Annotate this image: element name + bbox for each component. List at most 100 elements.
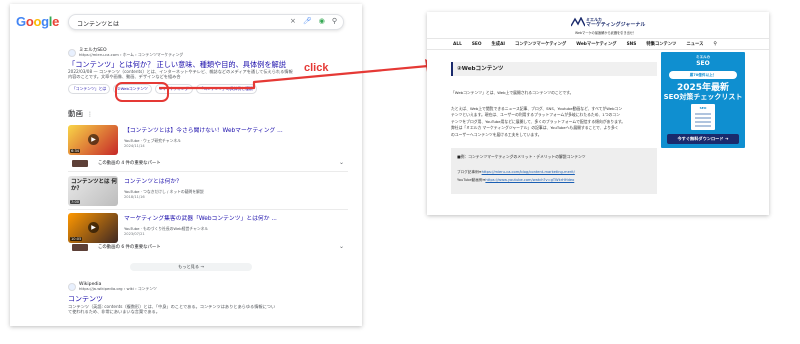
result-snippet-2: て使われるため、非常にあいまいな言葉である。 — [68, 309, 160, 315]
nav-item-news[interactable]: ニュース — [686, 41, 703, 47]
search-icon[interactable]: ⚲ — [713, 41, 717, 47]
sitelink-chip[interactable]: 「コンテンツ」の具体例と種類 — [195, 83, 257, 94]
video-result[interactable]: コンテンツとは 何か？ 7:00 コンテンツとは何か？ YouTube · つな… — [68, 176, 348, 210]
video-duration: 10:05 — [70, 237, 83, 241]
videos-heading: 動画 ⋮ — [68, 108, 93, 119]
search-header: Google × 🎤︎ ◉ ⚲ — [10, 4, 362, 34]
video-result[interactable]: ▶ 6:34 【コンテンツとは】今さら聞けない！Webマーケティング ... Y… — [68, 125, 348, 159]
banner-seo-text: SEO — [696, 60, 710, 67]
nav-item-genai[interactable]: 生成AI — [492, 41, 506, 47]
document-stripe — [695, 113, 711, 115]
nav-item-seo[interactable]: SEO — [472, 42, 482, 47]
banner-title: SEO対策チェックリスト — [663, 93, 743, 101]
site-favicon-icon — [68, 48, 76, 57]
video-thumbnail[interactable]: ▶ 6:34 — [68, 125, 118, 155]
logo-letter: e — [52, 14, 60, 29]
key-moment-thumbnail — [72, 160, 88, 167]
videos-heading-text: 動画 — [68, 109, 83, 118]
divider — [68, 209, 348, 210]
document-stripe — [695, 117, 711, 119]
related-youtube-link[interactable]: https://www.youtube.com/watch?v=gTWkrHHd… — [485, 178, 574, 182]
paragraph-block: たとえば、Web上で閲覧できるニュース記事、ブログ、SNS、Youtube動画な… — [451, 106, 657, 138]
nav-item-sns[interactable]: SNS — [627, 42, 637, 47]
key-moment-thumbnail — [72, 244, 88, 251]
click-highlight-circle — [115, 82, 169, 102]
related-blog-link[interactable]: https://mieru-ca.com/blog/content-market… — [482, 170, 575, 174]
logo-tagline: Webマーケの最適解から武器を引き出せ！ — [575, 31, 637, 35]
clear-icon[interactable]: × — [290, 17, 296, 25]
play-icon: ▶ — [88, 134, 99, 145]
arrow-right-icon: → — [200, 264, 204, 269]
play-icon: ▶ — [88, 222, 99, 233]
key-moments-label: この動画の 4 件の重要なパート — [98, 161, 161, 166]
search-icon[interactable]: ⚲ — [332, 17, 337, 25]
site-url[interactable]: https://ja.wikipedia.org › wiki › コンテンツ — [79, 286, 157, 292]
video-thumbnail[interactable]: ▶ 10:05 — [68, 213, 118, 243]
search-input[interactable] — [77, 18, 277, 28]
nav-item-web-marketing[interactable]: Webマーケティング — [576, 41, 616, 47]
video-duration: 7:00 — [70, 200, 81, 204]
site-logo[interactable]: ミエルカ マーケティングジャーナル Webマーケの最適解から武器を引き出せ！ — [571, 16, 651, 35]
video-date: 2024/11/14 — [124, 144, 145, 148]
related-example-box: ■例：コンテンツマーケティングのメリット・デメリットの解説コンテンツ ブログ記事… — [451, 148, 657, 195]
video-title[interactable]: 【コンテンツとは】今さら聞けない！Webマーケティング ... — [124, 125, 283, 134]
video-date: 2023/07/21 — [124, 232, 145, 236]
site-navigation: ALL SEO 生成AI コンテンツマーケティング Webマーケティング SNS… — [427, 38, 769, 50]
nav-item-features[interactable]: 特集コンテンツ — [646, 41, 676, 47]
logo-letter: g — [41, 14, 49, 29]
thumbnail-text: コンテンツとは 何か？ — [71, 179, 117, 192]
document-stripe — [695, 125, 711, 127]
click-annotation-label: click — [304, 62, 329, 74]
logo-letter: o — [25, 14, 34, 29]
logo-letter: o — [33, 14, 42, 29]
related-blog-label: ブログ記事例➡ — [457, 170, 482, 175]
microphone-icon[interactable]: 🎤︎ — [303, 17, 312, 25]
more-options-icon[interactable]: ⋮ — [87, 111, 93, 118]
key-moments-label: この動画の 6 件の重要なパート — [98, 245, 161, 250]
wikipedia-favicon-icon — [68, 282, 76, 291]
article-page-screenshot: ミエルカ マーケティングジャーナル Webマーケの最適解から武器を引き出せ！ A… — [427, 12, 769, 215]
key-moments-row[interactable]: この動画の 6 件の重要なパート ⌄ — [68, 243, 348, 252]
related-heading: ■例：コンテンツマーケティングのメリット・デメリットの解説コンテンツ — [457, 154, 586, 160]
related-blog-row: ブログ記事例➡https://mieru-ca.com/blog/content… — [457, 170, 651, 175]
video-title[interactable]: コンテンツとは何か？ — [124, 176, 182, 185]
logo-name-text: マーケティングジャーナル — [586, 22, 646, 28]
banner-badge: 累70億件以上！ — [669, 71, 737, 79]
key-moments-row[interactable]: この動画の 4 件の重要なパート ⌄ — [68, 159, 348, 168]
divider — [68, 171, 348, 172]
show-more-button[interactable]: もっと見る → — [130, 263, 252, 271]
google-logo[interactable]: Google — [16, 14, 59, 29]
document-icon: SEO — [691, 104, 715, 130]
search-result-wikipedia: Wikipedia https://ja.wikipedia.org › wik… — [68, 282, 354, 315]
paragraph: 「Webコンテンツ」とは、Web上で展開されるコンテンツのことです。 — [451, 90, 574, 95]
chevron-down-icon[interactable]: ⌄ — [339, 243, 344, 250]
document-title: SEO — [699, 106, 707, 110]
related-youtube-label: YouTube動画例➡ — [457, 178, 486, 183]
section-heading: ②Webコンテンツ — [451, 62, 657, 76]
result-snippet-2: 内容のことです。文章や画像、動画、デザインなどを組み合 — [68, 74, 181, 80]
video-duration: 6:34 — [70, 149, 81, 153]
video-thumbnail[interactable]: コンテンツとは 何か？ 7:00 — [68, 176, 118, 206]
related-youtube-row: YouTube動画例➡https://www.youtube.com/watch… — [457, 178, 651, 183]
video-date: 2018/11/16 — [124, 195, 145, 199]
logo-mark-icon — [571, 17, 585, 27]
seo-checklist-banner[interactable]: ミエルカ SEO 累70億件以上！ 2025年最新 SEO対策チェックリスト S… — [661, 52, 745, 148]
sitelink-chips: 「コンテンツ」とは ②Webコンテンツ ③マーケティング 「コンテンツ」の具体例… — [68, 83, 348, 94]
show-more-label: もっと見る — [178, 264, 200, 269]
download-cta-button[interactable]: 今すぐ無料ダウンロード ➔ — [667, 134, 739, 144]
logo-letter: G — [16, 14, 26, 29]
result-title-link[interactable]: コンテンツ — [68, 294, 354, 304]
sitelink-chip[interactable]: 「コンテンツ」とは — [68, 83, 111, 94]
lens-icon[interactable]: ◉ — [319, 17, 325, 25]
site-url[interactable]: https://mieru-ca.com › ホーム › コンテンツマーケティン… — [79, 52, 183, 58]
video-title[interactable]: マーケティング集客の武器「Webコンテンツ」とは何か ... — [124, 213, 277, 222]
chevron-down-icon[interactable]: ⌄ — [339, 159, 344, 166]
document-stripe — [695, 121, 711, 123]
paragraph-line: のユーザーへコンテンツを届ける工夫をしています。 — [451, 131, 542, 137]
video-result[interactable]: ▶ 10:05 マーケティング集客の武器「Webコンテンツ」とは何か ... Y… — [68, 213, 348, 247]
article-content: ②Webコンテンツ 「Webコンテンツ」とは、Web上で展開されるコンテンツのこ… — [451, 62, 657, 195]
search-results-screenshot: Google × 🎤︎ ◉ ⚲ ミエルカSEO https://mieru-ca… — [10, 4, 362, 326]
nav-item-content-marketing[interactable]: コンテンツマーケティング — [515, 41, 566, 47]
nav-item-all[interactable]: ALL — [453, 42, 462, 47]
search-box[interactable]: × 🎤︎ ◉ ⚲ — [68, 14, 344, 30]
